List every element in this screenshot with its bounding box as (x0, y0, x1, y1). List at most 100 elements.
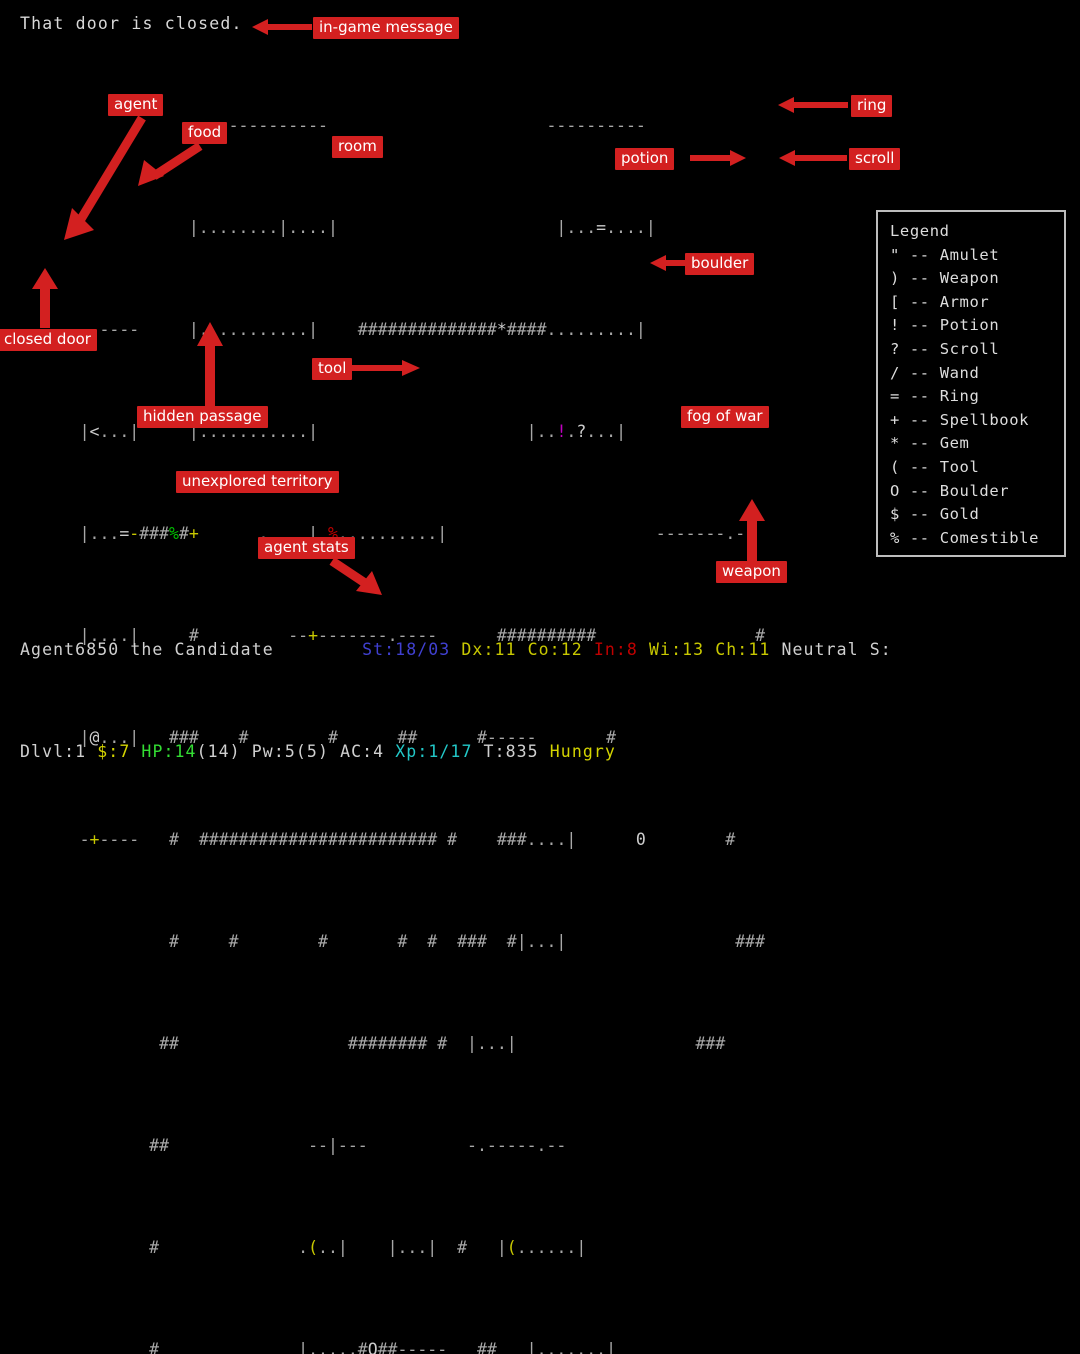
stat-intelligence: In:8 (593, 640, 638, 659)
stat-armor-class: AC:4 (340, 742, 385, 761)
legend-row-tool: ( -- Tool (890, 456, 1064, 480)
legend-symbol: % (890, 528, 900, 547)
legend-panel: Legend " -- Amulet ) -- Weapon [ -- Armo… (876, 210, 1066, 557)
legend-sep: -- (909, 505, 930, 524)
stat-power: Pw:5(5) (251, 742, 330, 761)
legend-symbol: / (890, 363, 900, 382)
annotation-unexplored-territory: unexplored territory (176, 471, 339, 493)
stat-alignment: Neutral (781, 640, 859, 659)
arrow-weapon (738, 499, 766, 561)
stat-score: S: (869, 640, 892, 659)
legend-row-armor: [ -- Armor (890, 291, 1064, 315)
arrow-agent-stats (328, 557, 384, 597)
legend-row-ring: = -- Ring (890, 385, 1064, 409)
legend-sep: -- (909, 245, 930, 264)
annotation-room: room (332, 136, 383, 158)
legend-sep: -- (909, 387, 930, 406)
map-row: # .(..| |...| # |(......| (20, 1238, 587, 1257)
legend-row-weapon: ) -- Weapon (890, 267, 1064, 291)
legend-label: Ring (939, 387, 980, 406)
legend-row-potion: ! -- Potion (890, 314, 1064, 338)
stat-dexterity: Dx:11 (461, 640, 517, 659)
legend-sep: -- (909, 339, 930, 358)
stat-charisma: Ch:11 (715, 640, 771, 659)
legend-sep: -- (909, 528, 930, 547)
annotation-closed-door: closed door (0, 329, 97, 351)
map-row: -+---- # ######################## # ###.… (20, 830, 736, 849)
map-row: ## --|--- -.-----.-- (20, 1136, 567, 1155)
arrow-scroll (779, 149, 847, 167)
annotation-tool: tool (312, 358, 353, 380)
arrow-boulder (650, 254, 686, 272)
arrow-in-game-message (252, 18, 312, 36)
annotation-hidden-passage: hidden passage (137, 406, 268, 428)
stat-gold: $:7 (97, 742, 131, 761)
stat-turns: T:835 (483, 742, 539, 761)
status-row-1: Agent6850 the Candidate St:18/03 Dx:11 C… (20, 637, 892, 663)
stat-wisdom: Wi:13 (649, 640, 705, 659)
legend-symbol: O (890, 481, 900, 500)
annotation-boulder: boulder (685, 253, 755, 275)
annotation-in-game-message: in-game message (313, 17, 459, 39)
legend-row-amulet: " -- Amulet (890, 244, 1064, 268)
legend-row-wand: / -- Wand (890, 362, 1064, 386)
map-row: |...=-###%#+ . | %..........| -------.-- (20, 524, 756, 543)
annotation-fog-of-war: fog of war (681, 406, 769, 428)
arrow-ring (778, 96, 848, 114)
legend-symbol: ? (890, 339, 900, 358)
legend-symbol: * (890, 434, 900, 453)
legend-sep: -- (909, 457, 930, 476)
in-game-message-text: That door is closed. (20, 14, 243, 33)
legend-label: Boulder (939, 481, 1010, 500)
legend-sep: -- (909, 363, 930, 382)
annotation-scroll: scroll (849, 148, 901, 170)
player-name: Agent6850 the Candidate (20, 640, 274, 659)
legend-symbol: = (890, 387, 900, 406)
legend-label: Wand (939, 363, 980, 382)
legend-label: Amulet (939, 245, 1000, 264)
annotation-ring: ring (851, 95, 893, 117)
legend-row-comestible: % -- Comestible (890, 527, 1064, 551)
stat-strength: St:18/03 (362, 640, 451, 659)
legend-sep: -- (909, 410, 930, 429)
legend-row-scroll: ? -- Scroll (890, 338, 1064, 362)
map-row: # # # # # ### #|...| ### (20, 932, 766, 951)
legend-symbol: ! (890, 316, 900, 335)
legend-label: Gem (939, 434, 970, 453)
legend-symbol: $ (890, 505, 900, 524)
legend-sep: -- (909, 316, 930, 335)
legend-sep: -- (909, 434, 930, 453)
legend-label: Scroll (939, 339, 1000, 358)
annotation-potion: potion (615, 148, 675, 170)
legend-row-gem: * -- Gem (890, 432, 1064, 456)
arrow-food (130, 140, 206, 188)
legend-row-boulder: O -- Boulder (890, 480, 1064, 504)
legend-label: Potion (939, 316, 1000, 335)
arrow-potion (690, 149, 746, 167)
legend-title: Legend (890, 222, 950, 240)
legend-label: Spellbook (939, 410, 1030, 429)
stat-hp: HP:14 (141, 742, 197, 761)
status-hunger: Hungry (549, 742, 616, 761)
legend-sep: -- (909, 481, 930, 500)
map-row: ## ######## # |...| ### (20, 1034, 726, 1053)
stat-experience: Xp:1/17 (395, 742, 473, 761)
legend-label: Gold (939, 505, 980, 524)
legend-label: Tool (939, 457, 980, 476)
legend-symbol: ( (890, 457, 900, 476)
legend-label: Comestible (939, 528, 1040, 547)
legend-row-spellbook: + -- Spellbook (890, 409, 1064, 433)
arrow-hidden-passage (196, 322, 224, 406)
status-bar: Agent6850 the Candidate St:18/03 Dx:11 C… (20, 586, 892, 816)
arrow-tool (352, 359, 420, 377)
legend-symbol: [ (890, 292, 900, 311)
legend-label: Weapon (939, 269, 1000, 288)
map-row: # |.....#O##----- ## |.......| (20, 1340, 617, 1354)
map-row: ------ |...........| ##############*####… (20, 320, 646, 339)
legend-row-gold: $ -- Gold (890, 503, 1064, 527)
legend-symbol: + (890, 410, 900, 429)
legend-label: Armor (939, 292, 990, 311)
legend-sep: -- (909, 269, 930, 288)
stat-constitution: Co:12 (527, 640, 583, 659)
arrow-closed-door (31, 268, 59, 328)
